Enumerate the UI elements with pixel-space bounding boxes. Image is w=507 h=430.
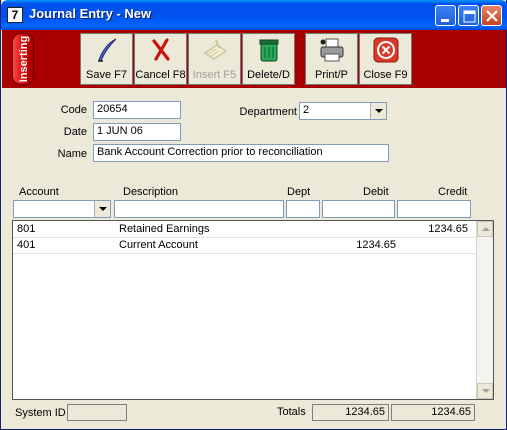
journal-lines-grid[interactable]: 801 Retained Earnings 1234.65 401 Curren…	[12, 220, 494, 400]
col-header-debit[interactable]: Debit	[363, 186, 389, 198]
close-button[interactable]: Close F9	[359, 33, 412, 85]
name-label: Name	[57, 148, 87, 160]
red-x-icon	[152, 38, 170, 61]
delete-button-label: Delete/D	[247, 69, 290, 81]
date-label: Date	[63, 126, 87, 138]
scroll-down-button[interactable]	[477, 383, 493, 399]
minimize-button[interactable]	[435, 5, 456, 26]
col-header-credit[interactable]: Credit	[438, 186, 467, 198]
toolbar: Inserting Save F7 Cancel F8 Insert F5 De…	[2, 30, 506, 88]
department-select[interactable]: 2	[299, 102, 387, 120]
chevron-down-icon	[99, 207, 107, 211]
printer-icon	[320, 38, 344, 62]
app-icon[interactable]: 7	[7, 7, 23, 23]
minimize-icon	[441, 19, 449, 22]
chevron-down-icon	[482, 389, 490, 393]
department-dropdown-button[interactable]	[370, 103, 386, 119]
dept-filter-input[interactable]	[286, 200, 320, 218]
name-field[interactable]: Bank Account Correction prior to reconci…	[93, 144, 389, 162]
cancel-button[interactable]: Cancel F8	[134, 33, 187, 85]
cell-credit: 1234.65	[428, 223, 468, 235]
close-icon	[486, 10, 498, 22]
col-header-dept[interactable]: Dept	[287, 186, 310, 198]
department-label: Department	[239, 106, 297, 118]
print-button[interactable]: Print/P	[305, 33, 358, 85]
cell-description: Current Account	[119, 239, 198, 251]
department-value: 2	[303, 104, 310, 116]
maximize-icon	[463, 10, 476, 23]
date-field[interactable]: 1 JUN 06	[93, 123, 181, 141]
table-row[interactable]: 401 Current Account 1234.65	[13, 238, 477, 254]
title-bar[interactable]: 7 Journal Entry - New	[1, 0, 507, 30]
quill-pen-icon	[98, 38, 117, 62]
close-button-label: Close F9	[363, 69, 408, 81]
col-header-account[interactable]: Account	[19, 186, 59, 198]
chevron-down-icon	[375, 109, 383, 113]
table-row[interactable]: 801 Retained Earnings 1234.65	[13, 222, 477, 238]
account-dropdown-button[interactable]	[94, 201, 110, 217]
col-header-description[interactable]: Description	[123, 186, 178, 198]
code-label: Code	[60, 104, 87, 116]
total-debit-field: 1234.65	[312, 404, 389, 421]
cell-debit: 1234.65	[356, 239, 396, 251]
close-window-button[interactable]	[481, 5, 502, 26]
save-button[interactable]: Save F7	[80, 33, 133, 85]
totals-label: Totals	[277, 406, 306, 418]
insert-button-label: Insert F5	[192, 69, 237, 81]
description-filter-input[interactable]	[114, 200, 284, 218]
chevron-up-icon	[482, 227, 490, 231]
mode-badge-label: Inserting	[18, 35, 30, 83]
insert-button[interactable]: Insert F5	[188, 33, 241, 85]
total-credit-field: 1234.65	[391, 404, 475, 421]
scroll-up-button[interactable]	[477, 221, 493, 237]
debit-filter-input[interactable]	[322, 200, 395, 218]
system-id-field	[67, 404, 127, 421]
insert-doc-icon	[204, 39, 227, 60]
print-button-label: Print/P	[314, 69, 348, 81]
window-title: Journal Entry - New	[29, 6, 152, 21]
cell-description: Retained Earnings	[119, 223, 210, 235]
maximize-button[interactable]	[458, 5, 479, 26]
credit-filter-input[interactable]	[397, 200, 471, 218]
vertical-scrollbar[interactable]	[476, 221, 493, 399]
delete-button[interactable]: Delete/D	[242, 33, 295, 85]
cell-account: 801	[17, 223, 36, 235]
cell-account: 401	[17, 239, 36, 251]
save-button-label: Save F7	[86, 69, 127, 81]
system-id-label: System ID	[15, 407, 66, 419]
cancel-button-label: Cancel F8	[135, 69, 186, 81]
mode-badge: Inserting	[12, 33, 34, 85]
account-filter-select[interactable]	[13, 200, 111, 218]
close-circle-icon	[373, 37, 399, 63]
trash-bin-icon	[259, 39, 279, 62]
code-field[interactable]: 20654	[93, 101, 181, 119]
journal-entry-window: 7 Journal Entry - New Inserting Save F7	[0, 0, 507, 430]
